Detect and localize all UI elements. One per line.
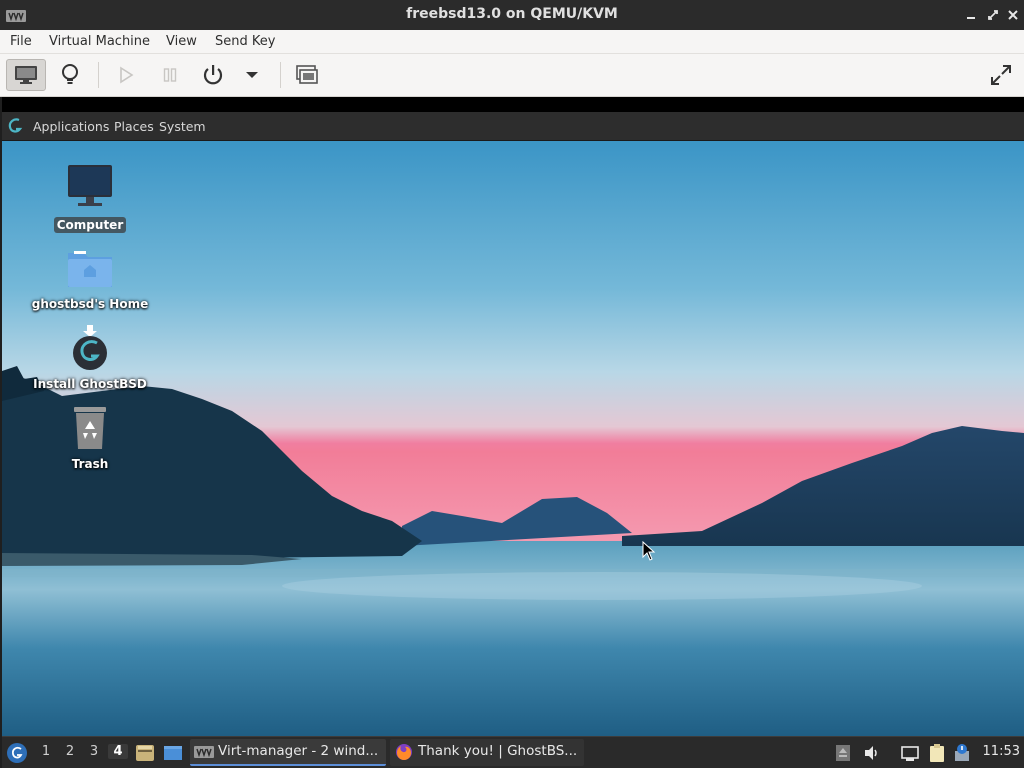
desktop-label-home: ghostbsd's Home <box>31 297 149 311</box>
snapshots-button[interactable] <box>287 59 327 91</box>
desktop-label-trash: Trash <box>71 457 109 471</box>
network-icon[interactable] <box>900 743 920 763</box>
computer-icon <box>66 163 114 211</box>
workspace-3[interactable]: 3 <box>84 744 104 759</box>
toolbar <box>0 54 1024 97</box>
menu-system[interactable]: System <box>159 119 206 134</box>
desktop-label-computer: Computer <box>54 217 126 233</box>
menu-applications[interactable]: Applications <box>33 119 109 134</box>
task-firefox-label: Thank you! | GhostBS... <box>418 743 578 759</box>
fullscreen-button[interactable] <box>981 59 1021 91</box>
menu-view[interactable]: View <box>166 34 197 49</box>
virt-manager-task-icon <box>194 743 214 761</box>
restore-icon[interactable] <box>984 6 1002 24</box>
workspace-2[interactable]: 2 <box>60 744 80 759</box>
menu-bar: File Virtual Machine View Send Key <box>0 30 1024 54</box>
menu-file[interactable]: File <box>10 34 32 49</box>
snapshots-icon <box>296 65 318 84</box>
menu-places[interactable]: Places <box>114 119 154 134</box>
eject-icon[interactable] <box>833 743 853 763</box>
firefox-icon <box>394 743 414 761</box>
power-icon <box>203 65 223 85</box>
ghostbsd-logo-icon[interactable] <box>5 116 25 136</box>
workspace-1[interactable]: 1 <box>36 744 56 759</box>
guest-display[interactable]: Applications Places System Computer ghos… <box>2 97 1024 768</box>
clipboard-icon[interactable] <box>927 743 947 763</box>
menu-send-key[interactable]: Send Key <box>215 34 275 49</box>
workspace-4[interactable]: 4 <box>108 744 128 759</box>
task-firefox[interactable]: Thank you! | GhostBS... <box>390 739 584 766</box>
console-icon <box>15 66 37 84</box>
desktop-label-install: Install GhostBSD <box>33 377 147 391</box>
minimize-icon[interactable] <box>962 6 980 24</box>
power-button[interactable] <box>193 59 233 91</box>
home-folder-icon <box>66 245 114 293</box>
menu-virtual-machine[interactable]: Virtual Machine <box>49 34 150 49</box>
window-title: freebsd13.0 on QEMU/KVM <box>406 6 618 22</box>
power-menu-chevron-icon <box>246 72 258 78</box>
trash-icon <box>66 405 114 453</box>
power-menu-button[interactable] <box>232 59 272 91</box>
install-ghostbsd-icon <box>66 325 114 373</box>
volume-icon[interactable] <box>862 743 882 763</box>
console-button[interactable] <box>6 59 46 91</box>
clock[interactable]: 11:53 <box>983 744 1020 759</box>
show-desktop-icon[interactable] <box>162 743 184 763</box>
desktop-wallpaper[interactable]: Computer ghostbsd's Home Install GhostBS… <box>2 141 1024 736</box>
updates-notification-icon[interactable] <box>952 743 972 763</box>
window-titlebar[interactable]: freebsd13.0 on QEMU/KVM <box>0 0 1024 30</box>
run-icon <box>120 66 134 84</box>
file-manager-icon[interactable] <box>134 743 156 763</box>
pause-icon <box>163 68 177 82</box>
close-icon[interactable] <box>1004 6 1022 24</box>
mouse-pointer-icon <box>642 541 656 561</box>
pause-button[interactable] <box>150 59 190 91</box>
guest-top-band <box>2 97 1024 112</box>
details-button[interactable] <box>50 59 90 91</box>
guest-taskbar: 1 2 3 4 Virt-manager - 2 wind... Thank y… <box>2 736 1024 768</box>
start-menu-icon[interactable] <box>6 742 28 764</box>
run-button[interactable] <box>106 59 146 91</box>
task-virt-manager[interactable]: Virt-manager - 2 wind... <box>190 739 386 766</box>
guest-top-panel: Applications Places System <box>2 112 1024 141</box>
task-virt-manager-label: Virt-manager - 2 wind... <box>218 743 379 759</box>
details-lightbulb-icon <box>62 64 78 84</box>
fullscreen-icon <box>991 65 1011 85</box>
